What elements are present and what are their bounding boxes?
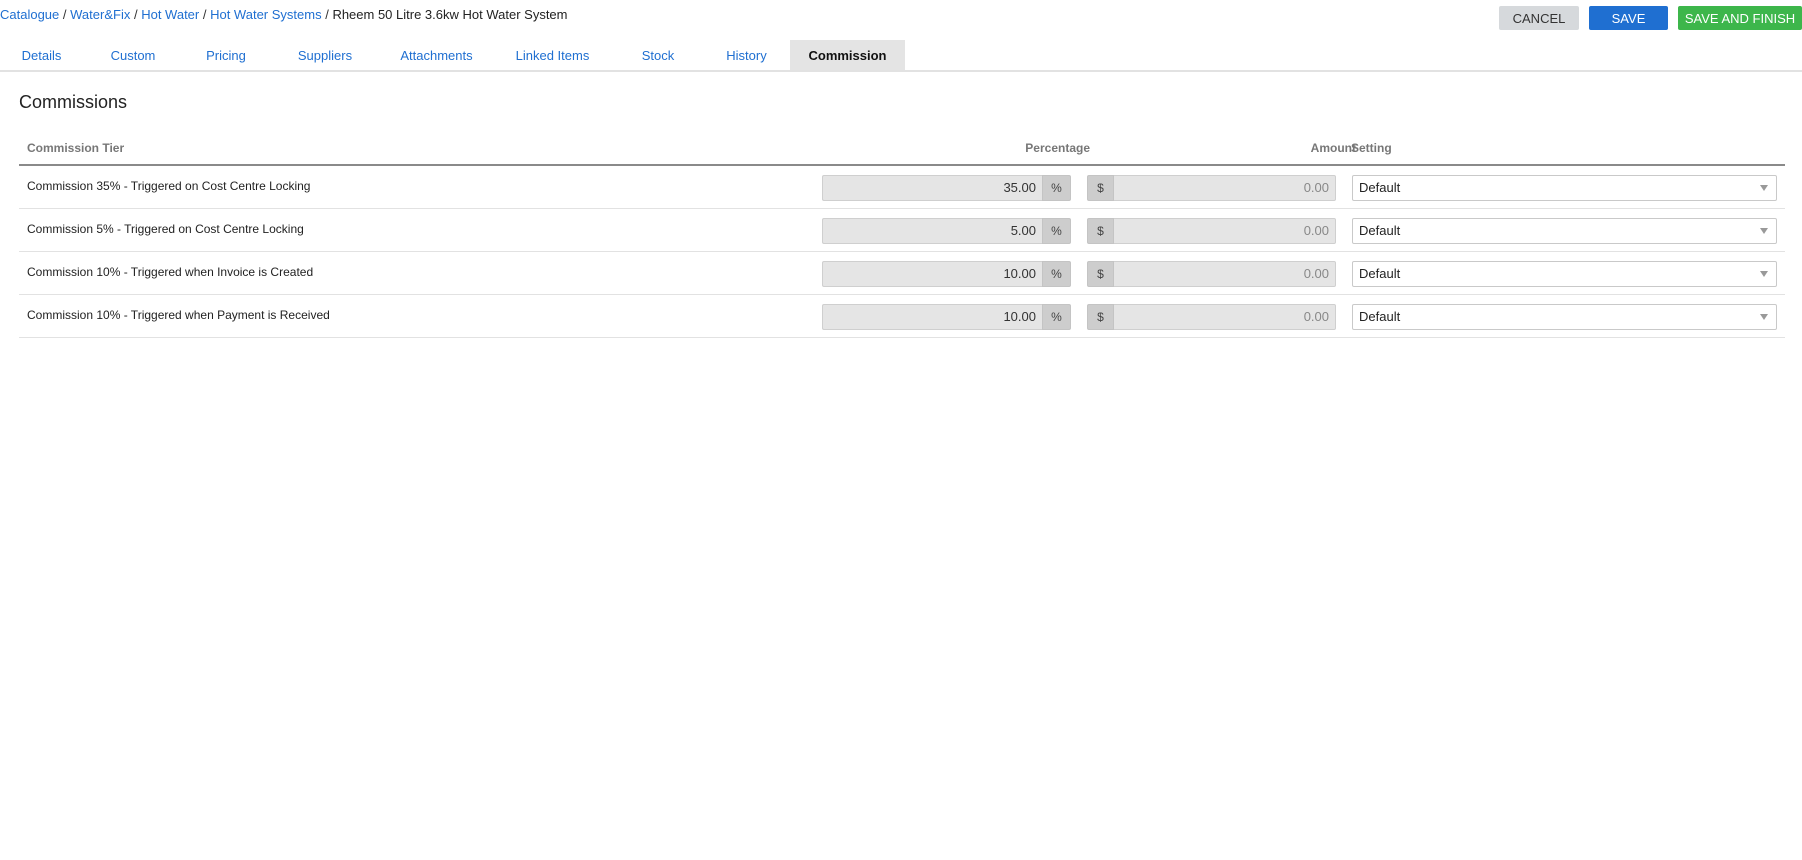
setting-select[interactable]: Default <box>1352 261 1777 287</box>
commission-tier-label: Commission 35% - Triggered on Cost Centr… <box>27 179 311 193</box>
header-amount: Amount <box>1310 141 1356 155</box>
page-title: Commissions <box>19 92 128 112</box>
table-header: Commission Tier Percentage Amount Settin… <box>19 134 1785 166</box>
percentage-input[interactable]: 5.00 <box>822 218 1042 244</box>
breadcrumb-catalogue[interactable]: Catalogue <box>0 7 59 22</box>
table-row: Commission 10% - Triggered when Invoice … <box>19 252 1785 295</box>
percent-addon: % <box>1042 261 1071 287</box>
header-setting: Setting <box>1351 141 1392 155</box>
cancel-button[interactable]: CANCEL <box>1499 6 1579 30</box>
percentage-input-group: 10.00 % <box>822 304 1071 330</box>
tab-stock[interactable]: Stock <box>613 40 703 70</box>
commission-table: Commission Tier Percentage Amount Settin… <box>19 134 1785 338</box>
breadcrumb-current: Rheem 50 Litre 3.6kw Hot Water System <box>332 7 568 22</box>
tab-custom[interactable]: Custom <box>83 40 183 70</box>
amount-input[interactable]: 0.00 <box>1114 175 1336 201</box>
amount-input-group: $ 0.00 <box>1087 261 1336 287</box>
breadcrumb-hot-water-systems[interactable]: Hot Water Systems <box>210 7 321 22</box>
breadcrumb-hot-water[interactable]: Hot Water <box>141 7 199 22</box>
amount-input[interactable]: 0.00 <box>1114 304 1336 330</box>
breadcrumb: Catalogue / Water&Fix / Hot Water / Hot … <box>0 7 568 23</box>
tab-pricing[interactable]: Pricing <box>183 40 269 70</box>
amount-input[interactable]: 0.00 <box>1114 261 1336 287</box>
tab-details[interactable]: Details <box>0 40 83 70</box>
commission-tier-label: Commission 10% - Triggered when Invoice … <box>27 265 314 279</box>
chevron-down-icon <box>1760 271 1768 277</box>
chevron-down-icon <box>1760 314 1768 320</box>
setting-select-value: Default <box>1359 180 1401 195</box>
percent-addon: % <box>1042 304 1071 330</box>
percentage-input[interactable]: 10.00 <box>822 261 1042 287</box>
tab-commission[interactable]: Commission <box>790 40 905 70</box>
setting-select-value: Default <box>1359 309 1401 324</box>
header-percentage: Percentage <box>1025 141 1090 155</box>
dollar-addon: $ <box>1087 304 1114 330</box>
amount-input[interactable]: 0.00 <box>1114 218 1336 244</box>
chevron-down-icon <box>1760 228 1768 234</box>
commission-tier-label: Commission 5% - Triggered on Cost Centre… <box>27 222 304 236</box>
setting-select[interactable]: Default <box>1352 304 1777 330</box>
percentage-input[interactable]: 35.00 <box>822 175 1042 201</box>
percent-addon: % <box>1042 218 1071 244</box>
percent-addon: % <box>1042 175 1071 201</box>
setting-select-value: Default <box>1359 223 1401 238</box>
breadcrumb-water-fix[interactable]: Water&Fix <box>70 7 130 22</box>
top-bar: Catalogue / Water&Fix / Hot Water / Hot … <box>0 0 1802 40</box>
dollar-addon: $ <box>1087 218 1114 244</box>
tab-history[interactable]: History <box>703 40 790 70</box>
breadcrumb-separator: / <box>202 7 211 22</box>
amount-input-group: $ 0.00 <box>1087 218 1336 244</box>
tab-bar: Details Custom Pricing Suppliers Attachm… <box>0 40 1802 72</box>
tab-attachments[interactable]: Attachments <box>381 40 492 70</box>
chevron-down-icon <box>1760 185 1768 191</box>
setting-select[interactable]: Default <box>1352 175 1777 201</box>
table-row: Commission 5% - Triggered on Cost Centre… <box>19 209 1785 252</box>
table-row: Commission 35% - Triggered on Cost Centr… <box>19 166 1785 209</box>
save-and-finish-button[interactable]: SAVE AND FINISH <box>1678 6 1802 30</box>
action-buttons: CANCEL SAVE SAVE AND FINISH <box>1499 6 1802 30</box>
header-commission-tier: Commission Tier <box>27 141 125 155</box>
percentage-input[interactable]: 10.00 <box>822 304 1042 330</box>
percentage-input-group: 10.00 % <box>822 261 1071 287</box>
amount-input-group: $ 0.00 <box>1087 304 1336 330</box>
setting-select-value: Default <box>1359 266 1401 281</box>
tab-linked-items[interactable]: Linked Items <box>492 40 613 70</box>
percentage-input-group: 35.00 % <box>822 175 1071 201</box>
percentage-input-group: 5.00 % <box>822 218 1071 244</box>
save-button[interactable]: SAVE <box>1589 6 1668 30</box>
dollar-addon: $ <box>1087 175 1114 201</box>
commission-tier-label: Commission 10% - Triggered when Payment … <box>27 308 330 322</box>
dollar-addon: $ <box>1087 261 1114 287</box>
tab-suppliers[interactable]: Suppliers <box>269 40 381 70</box>
table-row: Commission 10% - Triggered when Payment … <box>19 295 1785 338</box>
setting-select[interactable]: Default <box>1352 218 1777 244</box>
amount-input-group: $ 0.00 <box>1087 175 1336 201</box>
